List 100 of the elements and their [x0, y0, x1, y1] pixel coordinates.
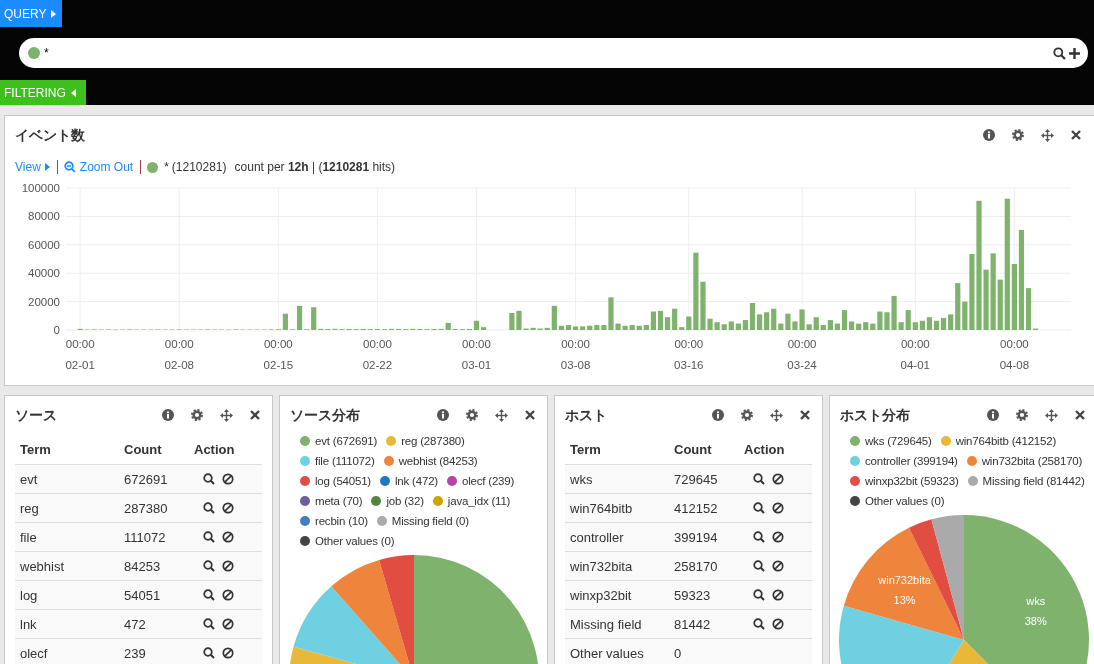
settings-icon[interactable] — [1012, 129, 1024, 141]
column-header: Action — [194, 441, 236, 457]
count-cell-text: 111072 — [124, 529, 167, 545]
query-tab[interactable]: QUERY — [0, 0, 63, 27]
info-icon[interactable] — [983, 129, 995, 141]
count-cell-text: 258170 — [674, 558, 719, 574]
legend-label: Missing field — [982, 475, 1044, 487]
filtering-tab[interactable]: FILTERING — [0, 80, 86, 105]
ban-icon[interactable] — [222, 647, 234, 659]
column-header: Count — [674, 441, 713, 457]
close-icon[interactable] — [250, 410, 260, 420]
panel-title: ホスト — [565, 406, 607, 425]
legend-count: (32) — [404, 495, 424, 507]
move-icon[interactable] — [1045, 408, 1058, 422]
info-icon[interactable] — [437, 409, 449, 421]
legend-count: (84253) — [439, 455, 478, 467]
legend-count: (0) — [380, 535, 395, 547]
legend-count: (472) — [412, 475, 438, 487]
search-field[interactable]: * — [19, 38, 1088, 68]
search-icon[interactable] — [203, 531, 215, 543]
info-icon[interactable] — [162, 409, 174, 421]
ban-icon[interactable] — [772, 560, 784, 572]
series-name: * — [164, 160, 169, 174]
ban-icon[interactable] — [222, 560, 234, 572]
info-icon[interactable] — [987, 409, 999, 421]
settings-icon[interactable] — [191, 409, 203, 421]
search-icon[interactable] — [753, 531, 765, 543]
search-icon[interactable] — [203, 560, 215, 572]
term-cell-text: log — [19, 587, 39, 603]
legend-label: win732bita — [981, 455, 1035, 467]
ban-icon[interactable] — [222, 531, 234, 543]
x-tick-label: 00:00 02-15 — [263, 338, 294, 371]
search-icon[interactable] — [203, 473, 215, 485]
settings-icon[interactable] — [741, 409, 753, 421]
move-icon[interactable] — [220, 408, 233, 422]
slice-label: wks — [1026, 594, 1046, 607]
count-cell-text: 239 — [124, 645, 147, 661]
term-cell-text: wks — [569, 471, 594, 487]
count-cell-text: 287380 — [124, 500, 169, 516]
settings-icon[interactable] — [1016, 409, 1028, 421]
count-cell-text: 729645 — [674, 471, 719, 487]
zoom-out-link[interactable]: Zoom Out — [63, 160, 134, 174]
legend-count: (672691) — [332, 435, 378, 447]
ban-icon[interactable] — [222, 589, 234, 601]
ban-icon[interactable] — [222, 618, 234, 630]
ban-icon[interactable] — [772, 531, 784, 543]
legend-label: reg — [401, 435, 418, 447]
caret-left-icon — [70, 88, 76, 97]
legend-count: (0) — [930, 495, 945, 507]
y-tick-label: 40000 — [28, 267, 60, 280]
search-icon[interactable] — [753, 502, 765, 514]
ban-icon[interactable] — [772, 589, 784, 601]
legend-label: controller — [865, 455, 911, 467]
plus-icon[interactable] — [1069, 47, 1080, 59]
ban-icon[interactable] — [222, 473, 234, 485]
legend-count: (258170) — [1037, 455, 1083, 467]
info-icon[interactable] — [712, 409, 724, 421]
legend-count: (239) — [488, 475, 515, 487]
x-tick-label: 00:00 03-01 — [461, 338, 492, 371]
term-cell-text: win732bita — [569, 558, 634, 574]
count-cell-text: 472 — [124, 616, 147, 632]
move-icon[interactable] — [770, 408, 783, 422]
search-icon[interactable] — [753, 473, 765, 485]
settings-icon[interactable] — [466, 409, 478, 421]
legend-count: (0) — [455, 515, 469, 527]
move-icon[interactable] — [495, 408, 508, 422]
count-cell-text: 59323 — [674, 587, 712, 603]
legend-label: recbin — [315, 515, 346, 527]
legend-label: evt — [315, 435, 330, 447]
legend-count: (412152) — [1011, 435, 1057, 447]
search-icon[interactable] — [753, 618, 765, 630]
view-menu-link[interactable]: View — [15, 160, 50, 174]
search-icon[interactable] — [753, 589, 765, 601]
x-tick-label: 00:00 04-08 — [999, 338, 1030, 371]
close-icon[interactable] — [1071, 130, 1081, 140]
count-cell-text: 81442 — [674, 616, 712, 632]
search-icon[interactable] — [203, 502, 215, 514]
y-tick-label: 80000 — [28, 210, 60, 223]
close-icon[interactable] — [525, 410, 535, 420]
close-icon[interactable] — [1075, 410, 1085, 420]
panel-title: ソース分布 — [290, 406, 360, 425]
ban-icon[interactable] — [772, 618, 784, 630]
search-icon[interactable] — [1053, 46, 1066, 60]
x-tick-label: 00:00 02-01 — [65, 338, 95, 371]
x-tick-label: 00:00 02-08 — [164, 338, 194, 371]
ban-icon[interactable] — [772, 473, 784, 485]
term-cell-text: olecf — [19, 645, 49, 661]
close-icon[interactable] — [800, 410, 810, 420]
search-icon[interactable] — [203, 647, 215, 659]
legend-label: wks — [865, 435, 885, 447]
ban-icon[interactable] — [772, 502, 784, 514]
move-icon[interactable] — [1041, 128, 1054, 142]
search-icon[interactable] — [753, 560, 765, 572]
search-icon[interactable] — [203, 589, 215, 601]
caret-right-icon — [51, 9, 57, 18]
search-icon[interactable] — [203, 618, 215, 630]
x-tick-label: 00:00 03-08 — [560, 338, 591, 371]
legend-count: (54051) — [332, 475, 371, 487]
ban-icon[interactable] — [222, 502, 234, 514]
legend-count: (399194) — [913, 455, 958, 467]
